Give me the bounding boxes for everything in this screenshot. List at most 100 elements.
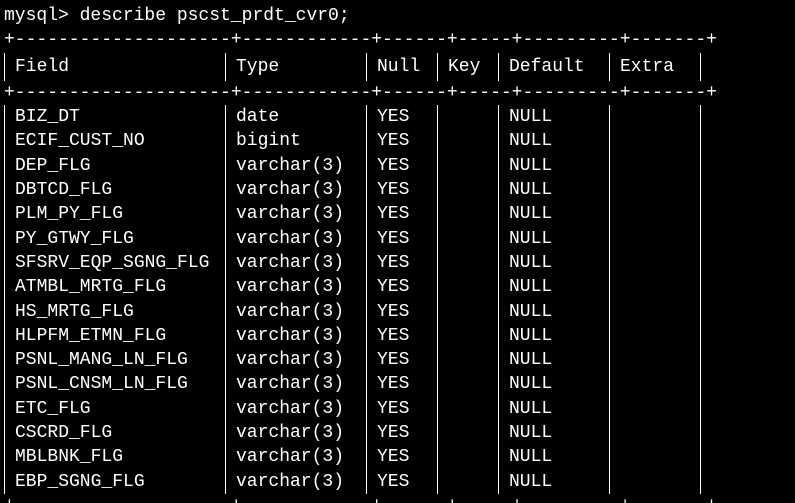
cell-null: YES — [367, 275, 438, 299]
cell-default: NULL — [499, 397, 610, 421]
cell-type: bigint — [226, 129, 367, 153]
table-row: DEP_FLGvarchar(3)YESNULL — [5, 154, 701, 178]
cell-key — [438, 202, 499, 226]
table-row: EBP_SGNG_FLGvarchar(3)YESNULL — [5, 470, 701, 494]
cell-null: YES — [367, 421, 438, 445]
cell-type: varchar(3) — [226, 421, 367, 445]
cell-field: DBTCD_FLG — [5, 178, 226, 202]
cell-field: ETC_FLG — [5, 397, 226, 421]
cell-null: YES — [367, 348, 438, 372]
cell-key — [438, 372, 499, 396]
cell-key — [438, 470, 499, 494]
cell-type: varchar(3) — [226, 202, 367, 226]
cell-field: ECIF_CUST_NO — [5, 129, 226, 153]
cell-type: varchar(3) — [226, 251, 367, 275]
cell-field: MBLBNK_FLG — [5, 445, 226, 469]
header-field: Field — [5, 53, 226, 81]
cell-extra — [610, 397, 701, 421]
cell-null: YES — [367, 300, 438, 324]
table-row: PSNL_CNSM_LN_FLGvarchar(3)YESNULL — [5, 372, 701, 396]
cell-key — [438, 227, 499, 251]
cell-null: YES — [367, 470, 438, 494]
cell-key — [438, 129, 499, 153]
cell-extra — [610, 445, 701, 469]
cell-null: YES — [367, 324, 438, 348]
cell-key — [438, 421, 499, 445]
cell-null: YES — [367, 251, 438, 275]
cell-null: YES — [367, 178, 438, 202]
cell-key — [438, 251, 499, 275]
cell-extra — [610, 178, 701, 202]
cell-field: HS_MRTG_FLG — [5, 300, 226, 324]
cell-key — [438, 445, 499, 469]
cell-default: NULL — [499, 470, 610, 494]
cell-type: varchar(3) — [226, 372, 367, 396]
describe-table-body: BIZ_DTdateYESNULLECIF_CUST_NObigintYESNU… — [4, 105, 701, 494]
cell-type: varchar(3) — [226, 397, 367, 421]
table-row: PLM_PY_FLGvarchar(3)YES NULL — [5, 202, 701, 226]
cell-type: varchar(3) — [226, 324, 367, 348]
cell-field: CSCRD_FLG — [5, 421, 226, 445]
cell-default: NULL — [499, 275, 610, 299]
cell-field: PSNL_CNSM_LN_FLG — [5, 372, 226, 396]
cell-default: NULL — [499, 445, 610, 469]
cell-default: NULL — [499, 129, 610, 153]
cell-null: YES — [367, 202, 438, 226]
cell-default: NULL — [499, 154, 610, 178]
cell-default: NULL — [499, 105, 610, 129]
cell-null: YES — [367, 397, 438, 421]
cell-key — [438, 300, 499, 324]
table-header-row: Field Type Null Key Default Extra — [5, 53, 701, 81]
describe-table: Field Type Null Key Default Extra — [4, 53, 701, 81]
cell-extra — [610, 129, 701, 153]
cell-extra — [610, 421, 701, 445]
table-border-mid: +--------------------+------------+-----… — [0, 81, 795, 105]
terminal-output[interactable]: mysql> describe pscst_prdt_cvr0; +------… — [0, 0, 795, 503]
cell-extra — [610, 275, 701, 299]
cell-extra — [610, 105, 701, 129]
header-extra: Extra — [610, 53, 701, 81]
header-key: Key — [438, 53, 499, 81]
cell-key — [438, 178, 499, 202]
cell-type: varchar(3) — [226, 178, 367, 202]
cell-default: NULL — [499, 251, 610, 275]
cell-field: PSNL_MANG_LN_FLG — [5, 348, 226, 372]
table-row: SFSRV_EQP_SGNG_FLGvarchar(3)YESNULL — [5, 251, 701, 275]
table-row: HLPFM_ETMN_FLGvarchar(3)YESNULL — [5, 324, 701, 348]
cell-field: BIZ_DT — [5, 105, 226, 129]
cell-extra — [610, 300, 701, 324]
cell-field: DEP_FLG — [5, 154, 226, 178]
cell-default: NULL — [499, 178, 610, 202]
cell-field: PY_GTWY_FLG — [5, 227, 226, 251]
table-row: ECIF_CUST_NObigintYES NULL — [5, 129, 701, 153]
cell-default: NULL — [499, 421, 610, 445]
cell-null: YES — [367, 445, 438, 469]
cell-null: YES — [367, 227, 438, 251]
table-row: CSCRD_FLGvarchar(3)YES NULL — [5, 421, 701, 445]
table-row: BIZ_DTdateYESNULL — [5, 105, 701, 129]
cell-null: YES — [367, 105, 438, 129]
cell-null: YES — [367, 129, 438, 153]
table-border-top: +--------------------+------------+-----… — [0, 28, 795, 52]
cell-default: NULL — [499, 202, 610, 226]
cell-type: varchar(3) — [226, 227, 367, 251]
header-type: Type — [226, 53, 367, 81]
cell-key — [438, 348, 499, 372]
cell-extra — [610, 372, 701, 396]
cell-extra — [610, 251, 701, 275]
cell-type: varchar(3) — [226, 154, 367, 178]
cell-default: NULL — [499, 372, 610, 396]
table-row: ETC_FLGvarchar(3)YES NULL — [5, 397, 701, 421]
cell-default: NULL — [499, 324, 610, 348]
cell-field: PLM_PY_FLG — [5, 202, 226, 226]
cell-type: varchar(3) — [226, 300, 367, 324]
header-default: Default — [499, 53, 610, 81]
cell-default: NULL — [499, 300, 610, 324]
cell-default: NULL — [499, 348, 610, 372]
table-border-bottom: +--------------------+------------+-----… — [0, 494, 795, 503]
cell-key — [438, 275, 499, 299]
table-row: DBTCD_FLGvarchar(3)YES NULL — [5, 178, 701, 202]
cell-extra — [610, 227, 701, 251]
cell-key — [438, 105, 499, 129]
cell-type: varchar(3) — [226, 348, 367, 372]
